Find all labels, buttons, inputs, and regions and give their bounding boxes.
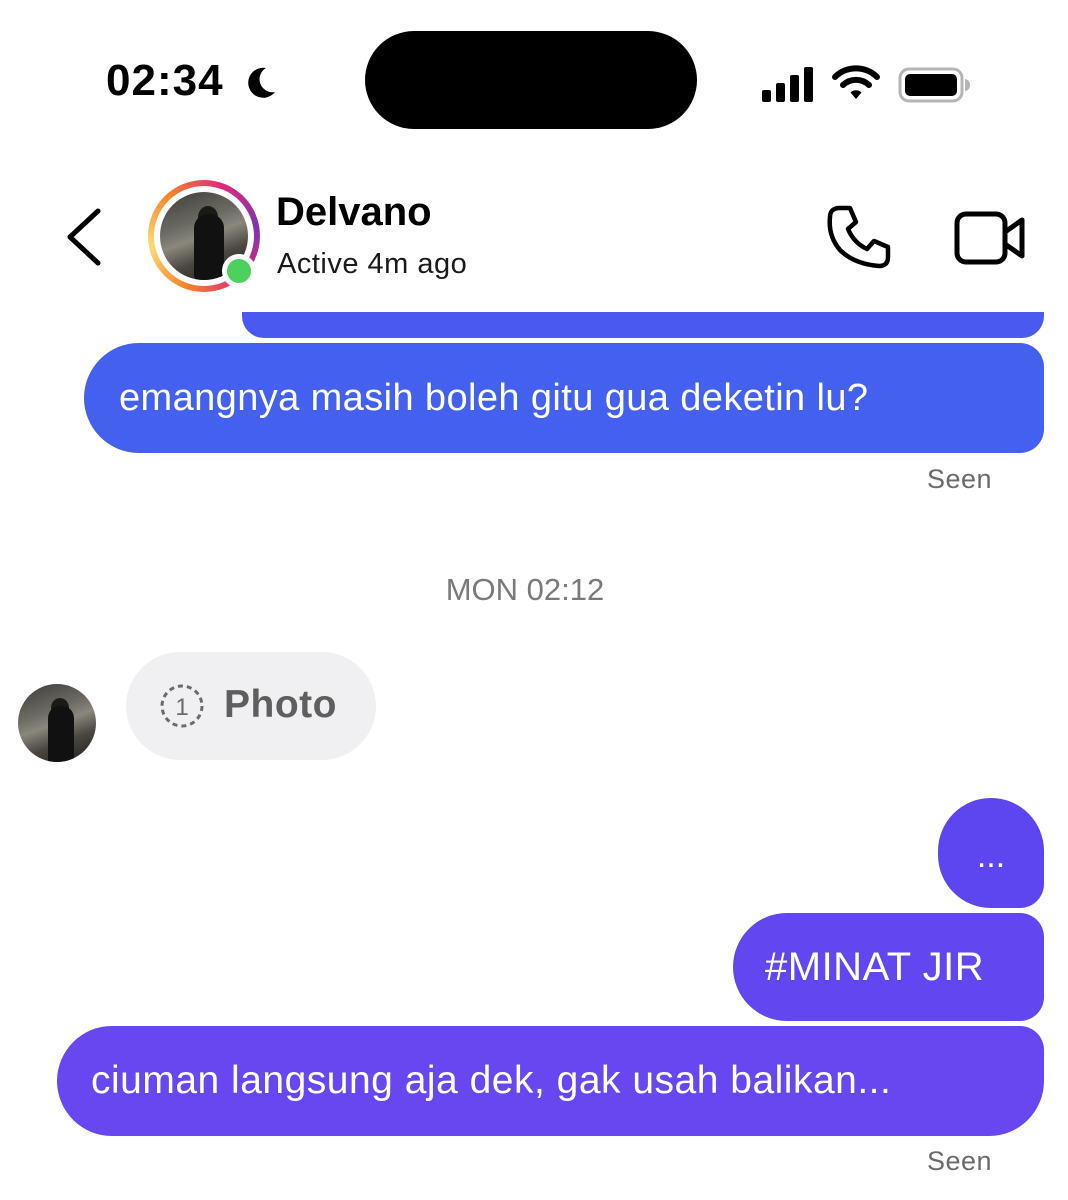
dynamic-island — [365, 31, 697, 129]
contact-active-status: Active 4m ago — [277, 248, 468, 280]
cellular-signal-icon — [762, 67, 813, 102]
video-camera-icon[interactable] — [954, 208, 1026, 268]
photo-label: Photo — [224, 683, 337, 726]
sender-avatar[interactable] — [18, 684, 96, 762]
view-once-photo-message[interactable]: 1 Photo — [126, 652, 376, 760]
view-once-icon: 1 — [160, 684, 204, 728]
view-once-count: 1 — [175, 694, 188, 721]
message-bubble-sent[interactable]: ... — [938, 798, 1044, 908]
message-bubble-partial[interactable] — [242, 312, 1044, 338]
contact-name[interactable]: Delvano — [276, 190, 432, 235]
message-bubble-sent[interactable]: emangnya masih boleh gitu gua deketin lu… — [84, 343, 1044, 453]
message-bubble-sent[interactable]: #MINAT JIR — [733, 913, 1044, 1021]
battery-icon — [898, 67, 970, 103]
phone-icon[interactable] — [826, 204, 892, 270]
wifi-icon — [832, 65, 880, 99]
seen-receipt: Seen — [927, 1146, 993, 1176]
seen-receipt: Seen — [927, 464, 993, 494]
back-button[interactable] — [62, 206, 106, 268]
message-bubble-sent[interactable]: ciuman langsung aja dek, gak usah balika… — [57, 1026, 1044, 1136]
moon-icon — [248, 67, 275, 98]
online-status-dot — [222, 254, 256, 288]
status-time: 02:34 — [106, 56, 224, 105]
date-separator: MON 02:12 — [445, 572, 605, 607]
